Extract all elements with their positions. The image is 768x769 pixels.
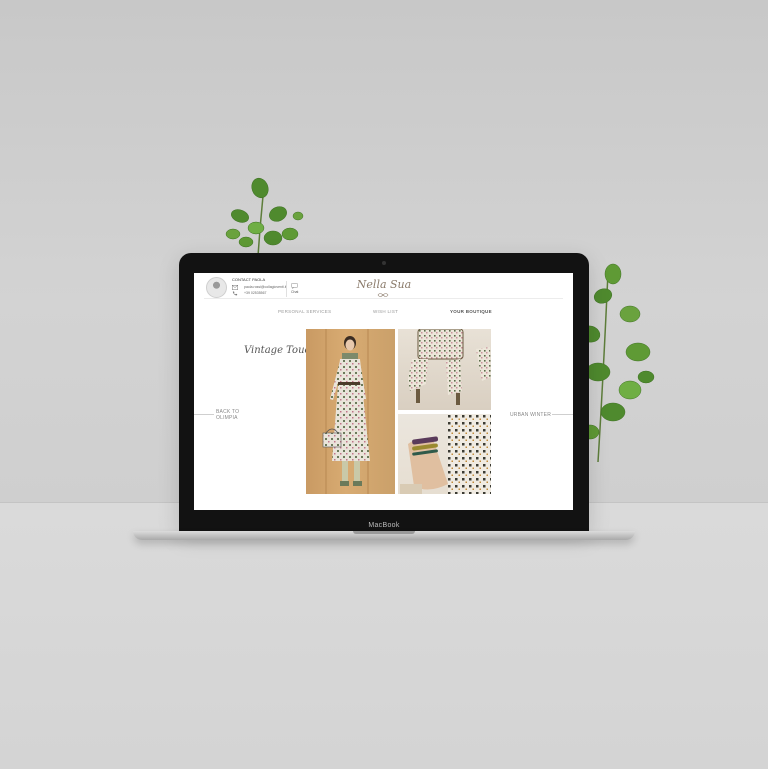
device-label: MacBook — [368, 522, 400, 529]
wrist-illustration — [400, 414, 491, 494]
nav-wish-list[interactable]: WISH LIST — [373, 309, 398, 314]
back-link-line — [194, 414, 214, 415]
avatar — [206, 277, 227, 298]
chat-icon — [291, 283, 298, 289]
model-illustration — [322, 329, 370, 494]
laptop-screen: CONTACT PAOLA paola.rossi@collagioventi.… — [194, 273, 573, 510]
left-plant — [225, 177, 304, 256]
chat-label: Chat — [291, 290, 299, 294]
nav-personal-services[interactable]: PERSONAL SERVICES — [278, 309, 331, 314]
brand-logo[interactable]: Nella Sua — [354, 278, 414, 291]
laptop-notch — [353, 531, 415, 534]
contact-name[interactable]: CONTACT PAOLA — [232, 277, 265, 282]
look-photo-boots[interactable] — [398, 329, 491, 410]
look-photo-model[interactable] — [306, 329, 395, 494]
back-link-line2: OLIMPIA — [216, 415, 238, 421]
contact-phone[interactable]: +39 02535567 — [244, 291, 266, 295]
desk-surface — [0, 502, 768, 769]
header-divider — [204, 298, 563, 299]
next-link[interactable]: URBAN WINTER — [510, 412, 551, 418]
mail-icon — [232, 285, 238, 290]
chat-button[interactable]: Chat — [286, 281, 301, 297]
nav-your-boutique[interactable]: YOUR BOUTIQUE — [450, 309, 492, 314]
contact-email[interactable]: paola.rossi@collagioventi.it — [244, 285, 286, 289]
back-link[interactable]: BACK TO OLIMPIA — [216, 409, 239, 421]
camera — [382, 261, 386, 265]
look-photo-wrist[interactable] — [398, 414, 491, 494]
boots-illustration — [408, 329, 491, 405]
laptop-base — [133, 531, 635, 540]
laptop-lid: CONTACT PAOLA paola.rossi@collagioventi.… — [179, 253, 589, 532]
next-link-line — [552, 414, 573, 415]
phone-icon — [232, 291, 238, 296]
